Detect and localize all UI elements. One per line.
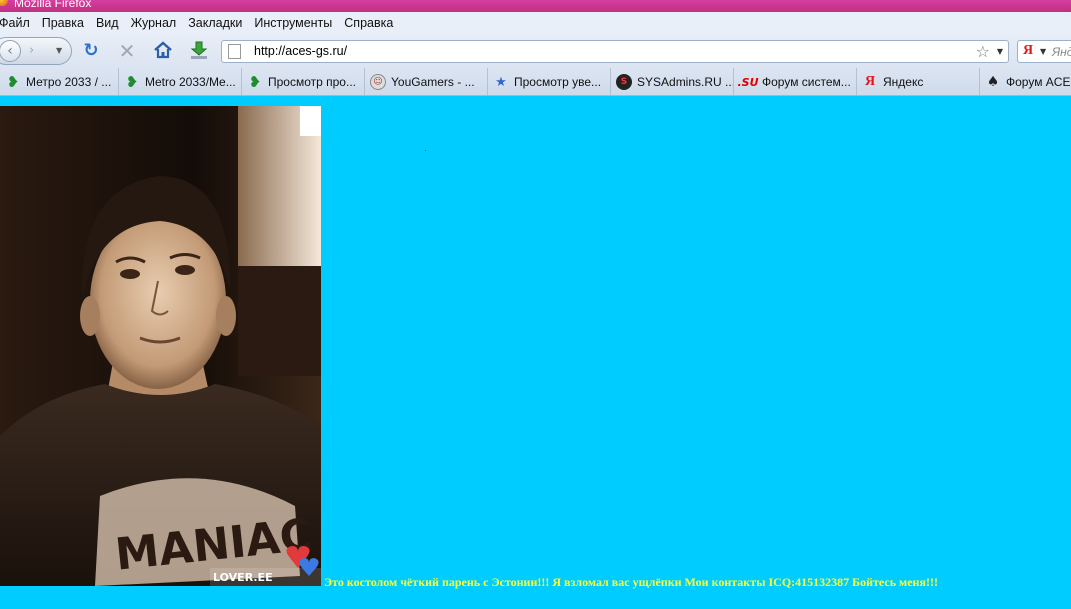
stop-button[interactable]: ✕ bbox=[116, 40, 138, 62]
search-box[interactable]: Я ▼ Янд bbox=[1017, 40, 1071, 63]
firefox-logo-icon bbox=[0, 0, 8, 6]
history-dropdown-icon[interactable]: ▼ bbox=[56, 46, 62, 55]
bookmark-label: SYSAdmins.RU ... bbox=[637, 75, 734, 89]
bookmark-label: Форум ACE bbox=[1006, 75, 1071, 89]
bookmark-label: Форум систем... bbox=[762, 75, 851, 89]
downloads-button[interactable] bbox=[188, 40, 210, 62]
bookmark-star-icon[interactable]: ☆ bbox=[976, 42, 990, 61]
su-icon: .SU bbox=[737, 75, 759, 89]
defacement-message: Это костолом чёткий парень с Эстонии!!! … bbox=[324, 575, 938, 589]
bookmark-label: Яндекс bbox=[883, 75, 924, 89]
download-icon bbox=[190, 41, 208, 59]
yougamers-icon: ☺ bbox=[370, 74, 386, 90]
window-title: Mozilla Firefox bbox=[14, 0, 92, 10]
bookmark-item[interactable]: S SYSAdmins.RU ... bbox=[611, 68, 734, 95]
menu-bookmarks[interactable]: Закладки bbox=[188, 16, 242, 30]
menu-tools[interactable]: Инструменты bbox=[254, 16, 332, 30]
bookmarks-toolbar: ❥ Метро 2033 / ... ❥ Metro 2033/Me... ❥ … bbox=[0, 68, 1071, 96]
bookmark-item[interactable]: ♠ Форум ACE bbox=[980, 68, 1071, 95]
bookmark-item[interactable]: ☺ YouGamers - ... bbox=[365, 68, 488, 95]
stray-dot bbox=[425, 150, 426, 151]
pin-icon: ★ bbox=[495, 74, 507, 90]
search-engine-dropdown-icon[interactable]: ▼ bbox=[1040, 47, 1046, 56]
window-titlebar: Mozilla Firefox bbox=[0, 0, 1071, 12]
menu-view[interactable]: Вид bbox=[96, 16, 119, 30]
lover-logo-text: LOVER.EE bbox=[213, 571, 273, 584]
bookmark-item[interactable]: ❥ Metro 2033/Me... bbox=[119, 68, 242, 95]
search-placeholder: Янд bbox=[1052, 45, 1071, 59]
menu-history[interactable]: Журнал bbox=[131, 16, 177, 30]
bookmark-item[interactable]: Я Яндекс bbox=[857, 68, 980, 95]
portrait-image: MANIAC LOVER.EE bbox=[0, 106, 321, 586]
menu-edit[interactable]: Правка bbox=[42, 16, 84, 30]
bookmark-item[interactable]: ❥ Просмотр про... bbox=[242, 68, 365, 95]
ace-icon: ♠ bbox=[986, 74, 1000, 90]
home-button[interactable] bbox=[152, 40, 174, 62]
yandex-search-icon[interactable]: Я bbox=[1023, 43, 1033, 59]
bookmark-label: YouGamers - ... bbox=[391, 75, 475, 89]
yandex-icon: Я bbox=[864, 74, 876, 89]
back-forward-group: ‹ › ▼ bbox=[0, 37, 72, 65]
sysadmins-icon: S bbox=[616, 74, 632, 90]
bookmark-item[interactable]: .SU Форум систем... bbox=[734, 68, 857, 95]
back-button[interactable]: ‹ bbox=[0, 40, 21, 62]
profile-photo: MANIAC LOVER.EE bbox=[0, 106, 321, 586]
ie-icon: ❥ bbox=[6, 73, 20, 91]
bookmark-label: Просмотр уве... bbox=[514, 75, 602, 89]
menu-file[interactable]: Файл bbox=[0, 16, 30, 30]
ie-icon: ❥ bbox=[125, 73, 139, 91]
bookmark-item[interactable]: ❥ Метро 2033 / ... bbox=[0, 68, 119, 95]
home-icon bbox=[154, 41, 172, 59]
forward-button[interactable]: › bbox=[29, 43, 34, 58]
ie-icon: ❥ bbox=[248, 73, 262, 91]
page-content: MANIAC LOVER.EE Это костолом чёткий паре… bbox=[0, 97, 1071, 609]
page-icon bbox=[228, 44, 241, 59]
bookmark-label: Метро 2033 / ... bbox=[26, 75, 112, 89]
address-bar[interactable]: http://aces-gs.ru/ ☆ ▼ bbox=[221, 40, 1009, 63]
menu-bar: Файл Правка Вид Журнал Закладки Инструме… bbox=[0, 12, 1071, 34]
navigation-toolbar: ‹ › ▼ ↻ ✕ http://aces-gs.ru/ ☆ ▼ Я ▼ Янд bbox=[0, 34, 1071, 68]
address-url[interactable]: http://aces-gs.ru/ bbox=[254, 44, 347, 58]
url-dropdown-icon[interactable]: ▼ bbox=[997, 47, 1003, 56]
reload-button[interactable]: ↻ bbox=[80, 40, 102, 62]
bookmark-item[interactable]: ★ Просмотр уве... bbox=[488, 68, 611, 95]
menu-help[interactable]: Справка bbox=[344, 16, 393, 30]
bookmark-label: Metro 2033/Me... bbox=[145, 75, 236, 89]
bookmark-label: Просмотр про... bbox=[268, 75, 356, 89]
